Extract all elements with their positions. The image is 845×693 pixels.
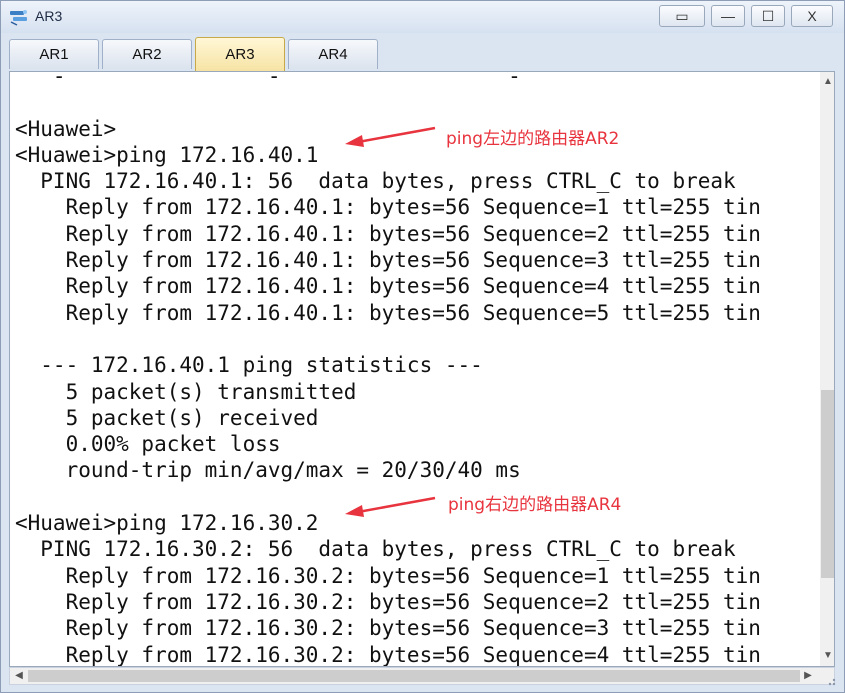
tab-label: AR4 bbox=[318, 46, 348, 63]
horizontal-scroll-thumb[interactable] bbox=[28, 670, 800, 682]
annotation-label: ping左边的路由器AR2 bbox=[446, 129, 620, 149]
terminal-text: - - - <Huawei> <Huawei>ping 172.16.40.1 P… bbox=[15, 71, 761, 667]
annotation-arrow-icon bbox=[345, 496, 436, 517]
terminal-line: round-trip min/avg/max = 20/30/40 ms bbox=[15, 458, 521, 483]
terminal-line: 0.00% packet loss bbox=[15, 432, 281, 457]
title-bar[interactable]: AR3 ▭ — ☐ X bbox=[1, 1, 844, 33]
tab-label: AR1 bbox=[39, 46, 69, 63]
window-title: AR3 bbox=[35, 8, 63, 24]
tab-ar3[interactable]: AR3 bbox=[195, 37, 285, 71]
tab-label: AR3 bbox=[225, 46, 255, 63]
tab-label: AR2 bbox=[132, 46, 162, 63]
resize-grip-icon[interactable] bbox=[823, 673, 837, 687]
scroll-up-icon[interactable]: ▲ bbox=[820, 74, 834, 90]
minimize-icon: — bbox=[721, 8, 735, 24]
terminal-line: PING 172.16.30.2: 56 data bytes, press C… bbox=[15, 537, 736, 562]
scroll-left-icon[interactable]: ◀ bbox=[11, 668, 27, 684]
terminal-line: 5 packet(s) transmitted bbox=[15, 379, 357, 404]
restore-icon: ▭ bbox=[675, 7, 689, 24]
terminal-line: PING 172.16.40.1: 56 data bytes, press C… bbox=[15, 169, 736, 194]
vertical-scrollbar[interactable]: ▲ ▼ bbox=[820, 72, 834, 666]
terminal-line: Reply from 172.16.40.1: bytes=56 Sequenc… bbox=[15, 195, 761, 220]
terminal-line: Reply from 172.16.30.2: bytes=56 Sequenc… bbox=[15, 563, 761, 588]
terminal-line: - - - bbox=[15, 71, 521, 88]
terminal-line: Reply from 172.16.40.1: bytes=56 Sequenc… bbox=[15, 248, 761, 273]
terminal-line: Reply from 172.16.40.1: bytes=56 Sequenc… bbox=[15, 221, 761, 246]
terminal-output[interactable]: - - - <Huawei> <Huawei>ping 172.16.40.1 P… bbox=[9, 71, 835, 667]
tab-ar1[interactable]: AR1 bbox=[9, 39, 99, 69]
tab-ar4[interactable]: AR4 bbox=[288, 39, 378, 69]
terminal-window: AR3 ▭ — ☐ X AR1 AR2 AR3 AR4 - - - <Huawe… bbox=[0, 0, 845, 693]
tab-ar2[interactable]: AR2 bbox=[102, 39, 192, 69]
terminal-line: Reply from 172.16.30.2: bytes=56 Sequenc… bbox=[15, 616, 761, 641]
router-tabs: AR1 AR2 AR3 AR4 bbox=[9, 37, 835, 71]
close-icon: X bbox=[807, 8, 817, 24]
scroll-right-icon[interactable]: ▶ bbox=[800, 668, 816, 684]
close-button[interactable]: X bbox=[791, 5, 833, 27]
annotation-arrow-icon bbox=[345, 126, 436, 147]
terminal-line: Reply from 172.16.30.2: bytes=56 Sequenc… bbox=[15, 642, 761, 667]
terminal-line: --- 172.16.40.1 ping statistics --- bbox=[15, 353, 483, 378]
terminal-line: Reply from 172.16.40.1: bytes=56 Sequenc… bbox=[15, 300, 761, 325]
maximize-icon: ☐ bbox=[761, 7, 775, 24]
scroll-down-icon[interactable]: ▼ bbox=[820, 648, 834, 664]
vertical-scroll-thumb[interactable] bbox=[821, 390, 834, 578]
maximize-button[interactable]: ☐ bbox=[751, 5, 785, 27]
horizontal-scrollbar[interactable]: ◀ ▶ bbox=[9, 667, 835, 685]
router-app-icon bbox=[10, 10, 27, 26]
terminal-line: Reply from 172.16.40.1: bytes=56 Sequenc… bbox=[15, 274, 761, 299]
annotation-label: ping右边的路由器AR4 bbox=[448, 495, 622, 515]
terminal-line: 5 packet(s) received bbox=[15, 405, 319, 430]
terminal-line: Reply from 172.16.30.2: bytes=56 Sequenc… bbox=[15, 589, 761, 614]
restore-button[interactable]: ▭ bbox=[659, 5, 705, 27]
minimize-button[interactable]: — bbox=[711, 5, 745, 27]
